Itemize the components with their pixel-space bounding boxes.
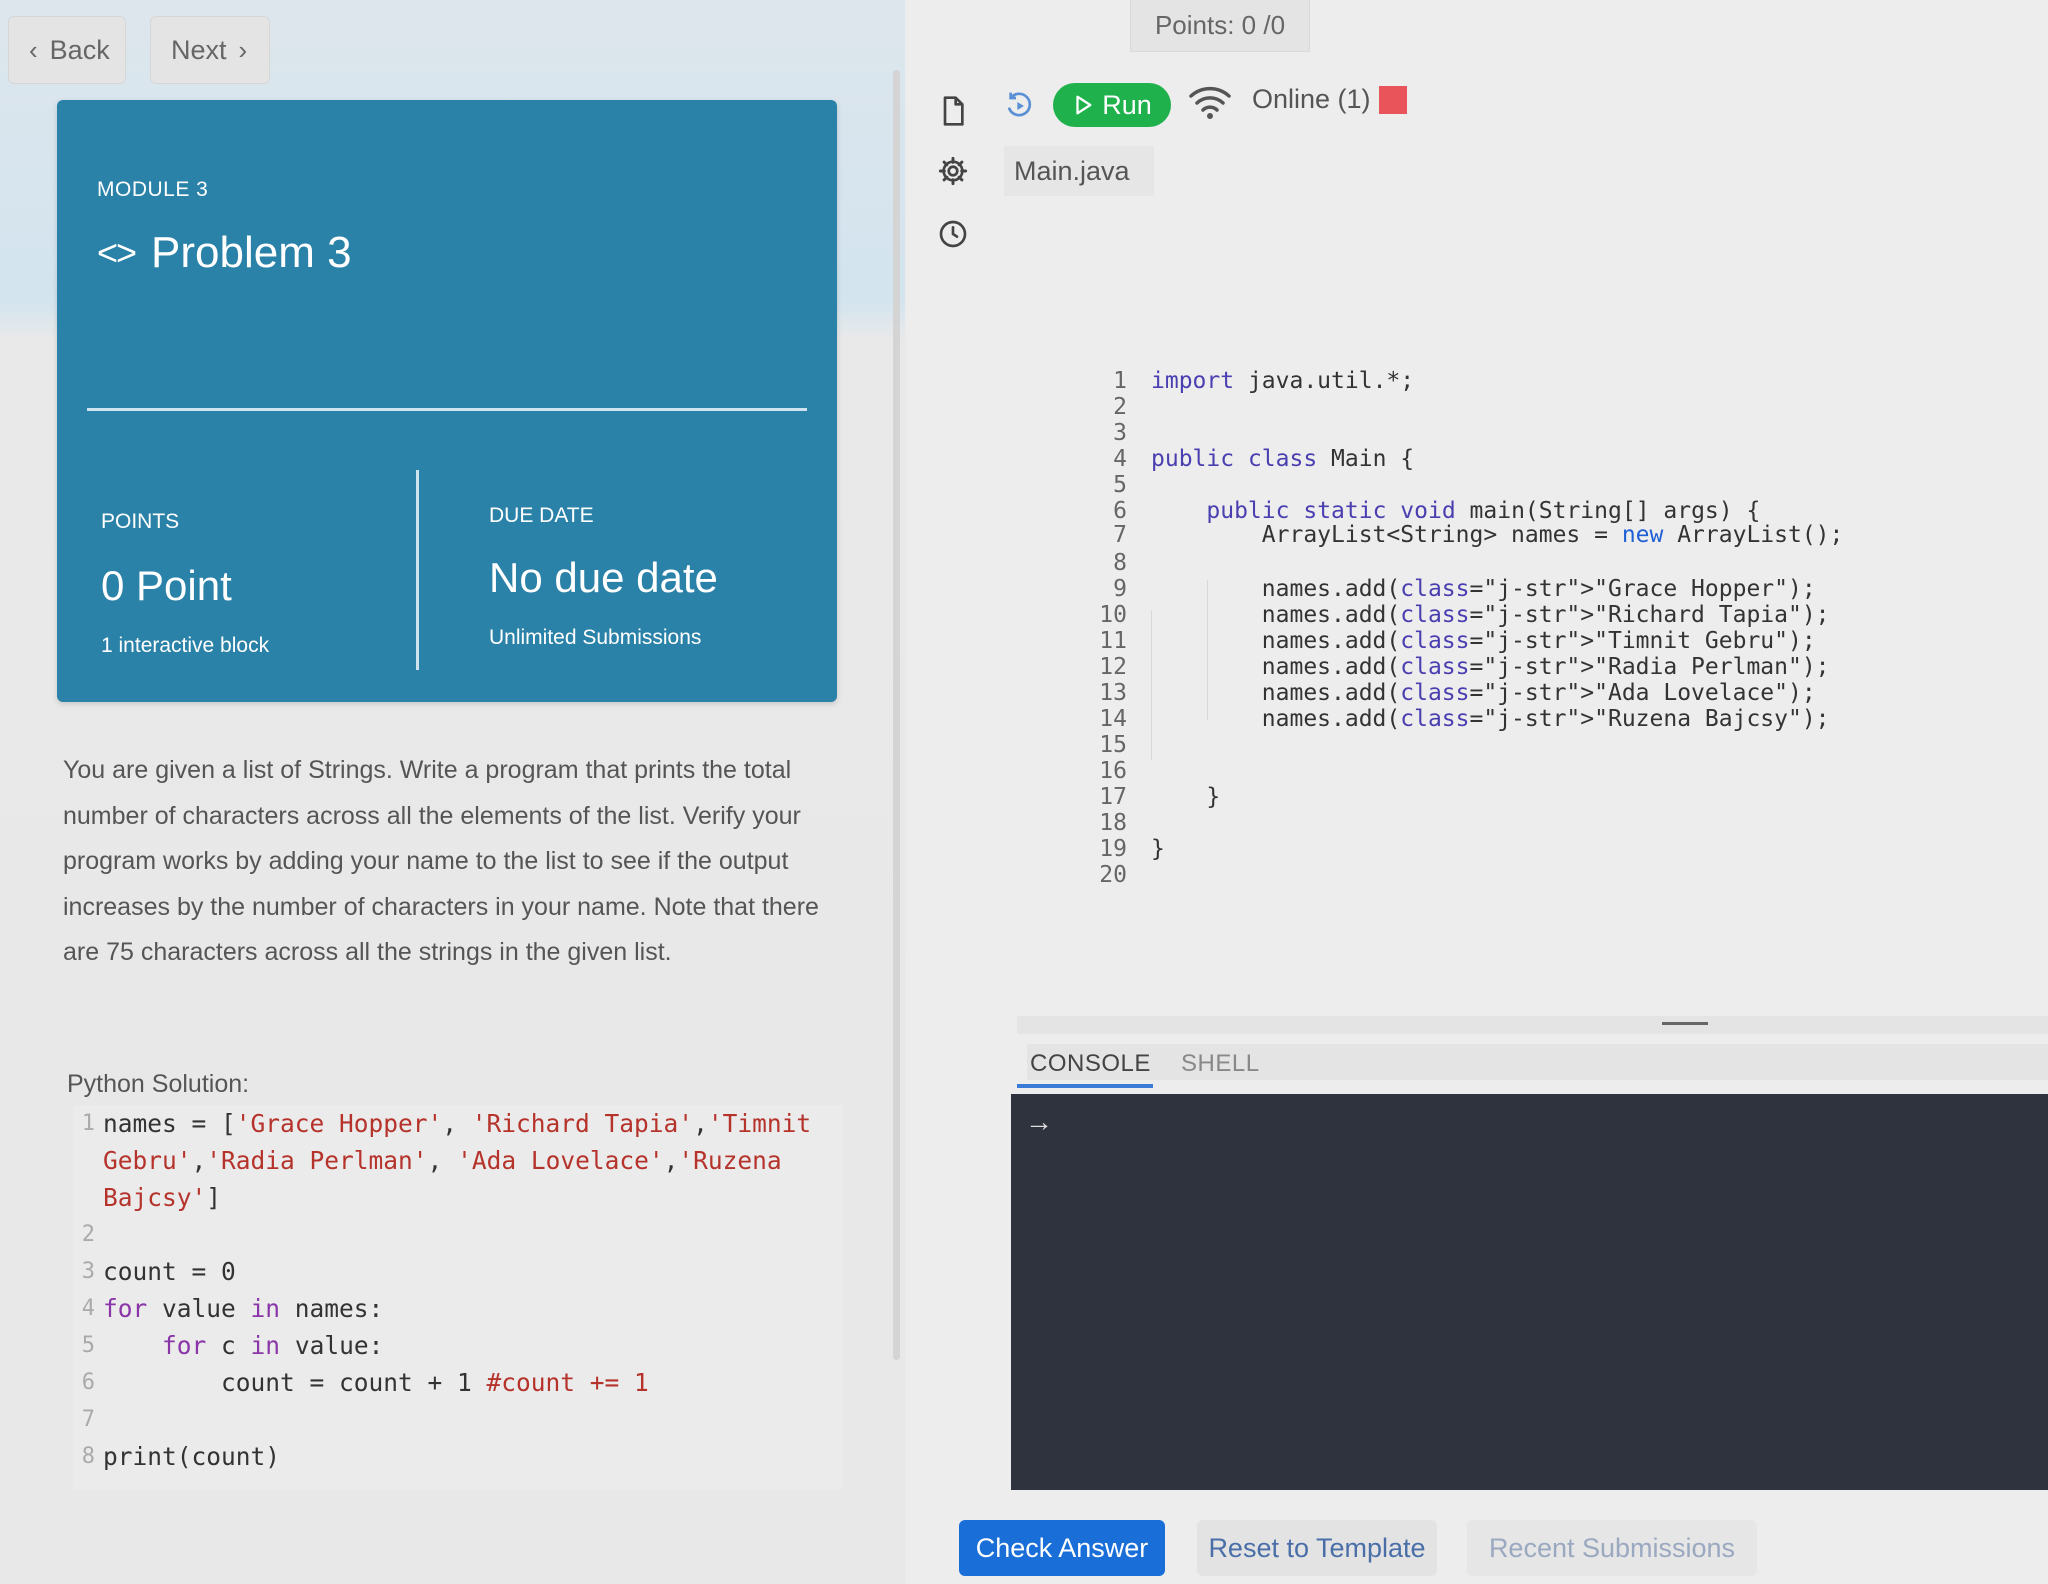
editor-line-text: public class Main { <box>1151 446 1415 472</box>
reset-to-template-button[interactable]: Reset to Template <box>1197 1520 1437 1576</box>
due-date-label: DUE DATE <box>489 504 594 527</box>
line-number: 2 <box>81 1222 95 1247</box>
solution-line: 2 <box>73 1216 843 1253</box>
solution-line-text <box>103 1401 833 1438</box>
solution-line: 8 print(count) <box>73 1438 843 1475</box>
file-icon[interactable] <box>937 95 969 127</box>
solution-line: 6 count = count + 1 #count += 1 <box>73 1364 843 1401</box>
chevron-left-icon: ‹ <box>29 34 38 65</box>
editor-line-text: } <box>1151 836 1165 862</box>
card-divider <box>87 408 807 411</box>
resize-handle[interactable] <box>1662 1022 1708 1025</box>
editor-line[interactable]: 20 <box>1027 858 1151 892</box>
play-icon <box>1076 95 1092 115</box>
editor-line-text: } <box>1151 784 1221 810</box>
history-icon[interactable] <box>937 218 969 250</box>
tab-shell[interactable]: SHELL <box>1181 1050 1260 1078</box>
card-vertical-divider <box>416 470 419 670</box>
code-icon: <> <box>97 232 137 273</box>
undo-icon[interactable] <box>1004 90 1036 122</box>
editor-line-text: import java.util.*; <box>1151 368 1415 394</box>
left-pane-scrollbar[interactable] <box>893 70 900 1360</box>
line-number: 4 <box>81 1296 95 1321</box>
module-label: MODULE 3 <box>97 178 209 201</box>
points-indicator: Points: 0 /0 <box>1130 0 1310 52</box>
line-number: 7 <box>1113 522 1127 548</box>
solution-line: 3 count = 0 <box>73 1253 843 1290</box>
back-button[interactable]: ‹ Back <box>8 16 126 84</box>
line-number: 8 <box>81 1444 95 1469</box>
solution-line: 1 names = ['Grace Hopper', 'Richard Tapia… <box>73 1105 843 1216</box>
editor-line-text: ArrayList<String> names = new ArrayList(… <box>1151 522 1844 548</box>
run-label: Run <box>1102 89 1152 120</box>
check-answer-button[interactable]: Check Answer <box>959 1520 1165 1576</box>
wifi-icon <box>1189 86 1231 119</box>
indent-guide <box>1207 580 1208 720</box>
line-number: 20 <box>1099 862 1127 888</box>
chevron-right-icon: › <box>238 34 248 65</box>
line-number: 5 <box>81 1333 95 1358</box>
back-label: Back <box>49 34 110 65</box>
solution-line-text: count = 0 <box>103 1257 236 1286</box>
console-prompt-icon: → <box>1025 1106 1053 1137</box>
points-value: 0 Point <box>101 562 232 609</box>
line-number: 7 <box>81 1407 95 1432</box>
tab-main-java[interactable]: Main.java <box>1004 146 1154 196</box>
indent-guide <box>1151 610 1152 760</box>
settings-icon[interactable] <box>937 155 969 187</box>
line-number: 1 <box>81 1111 95 1136</box>
code-editor[interactable]: 1 import java.util.*; 2 3 4 public class Main… <box>1027 200 2048 1080</box>
stop-button[interactable] <box>1379 86 1407 114</box>
solution-line-text: for c in value: <box>162 1331 384 1360</box>
solution-line-text <box>103 1216 833 1253</box>
solution-line: 4 for value in names: <box>73 1290 843 1327</box>
problem-description: You are given a list of Strings. Write a… <box>63 756 819 966</box>
due-date-value: No due date <box>489 554 718 601</box>
module-card: MODULE 3 <> Problem 3 POINTS 0 Point 1 i… <box>57 100 837 702</box>
split-bar[interactable] <box>1017 1016 2048 1034</box>
left-pane: ‹ Back Next › MODULE 3 <> Problem 3 POIN… <box>0 0 905 1584</box>
solution-line-text: for value in names: <box>103 1294 384 1323</box>
ide-pane: Points: 0 /0 Run Online (1) Main.java 1i… <box>907 0 2048 1584</box>
solution-line-text: print(count) <box>103 1442 281 1471</box>
solution-line: 7 <box>73 1401 843 1438</box>
console-output[interactable]: → <box>1011 1094 2048 1490</box>
line-number: 3 <box>81 1259 95 1284</box>
points-label: POINTS <box>101 510 180 533</box>
problem-title-text: Problem 3 <box>151 228 352 277</box>
online-status: Online (1) <box>1252 84 1371 114</box>
recent-submissions-button[interactable]: Recent Submissions <box>1467 1520 1757 1576</box>
line-number: 6 <box>81 1370 95 1395</box>
problem-title: <> Problem 3 <box>97 228 352 278</box>
python-solution-code: 1 names = ['Grace Hopper', 'Richard Tapia… <box>73 1105 843 1490</box>
run-button[interactable]: Run <box>1053 83 1171 127</box>
solution-line: 5 for c in value: <box>73 1327 843 1364</box>
next-label: Next <box>171 34 227 65</box>
editor-line-text: names.add(class="j-str">"Ruzena Bajcsy")… <box>1151 706 1830 732</box>
next-button[interactable]: Next › <box>150 16 270 84</box>
solution-line-text: count = count + 1 #count += 1 <box>103 1368 649 1397</box>
tab-console-indicator <box>1017 1084 1153 1088</box>
interactive-block-count: 1 interactive block <box>101 634 270 657</box>
solution-label: Python Solution: <box>67 1070 250 1098</box>
submissions-info: Unlimited Submissions <box>489 626 702 649</box>
tab-console[interactable]: CONSOLE <box>1030 1050 1151 1078</box>
solution-line-text: names = ['Grace Hopper', 'Richard Tapia'… <box>103 1109 826 1212</box>
